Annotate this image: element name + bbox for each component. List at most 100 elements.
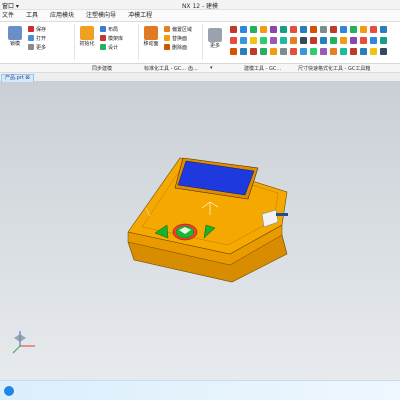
ribbon-more-label: 更多 [209,43,220,49]
tool-icon[interactable] [300,26,307,33]
tool-icon[interactable] [300,48,307,55]
tool-icon[interactable] [280,26,287,33]
tool-icon[interactable] [250,37,257,44]
tool-icon[interactable] [310,37,317,44]
tool-icon[interactable] [380,37,387,44]
tool-icon[interactable] [310,48,317,55]
tool-icon[interactable] [330,37,337,44]
gear-tools-group[interactable]: 齿... [188,65,198,72]
design-button[interactable]: 设计 [100,43,118,51]
tool-icon-row-3 [230,48,387,55]
design-icon [100,44,106,50]
lock-mold-icon [8,26,22,40]
mold-base-button[interactable]: 模架库 [100,34,123,42]
tool-icon[interactable] [300,37,307,44]
offset-region-button[interactable]: 偏置区域 [164,25,192,33]
triad-origin-cube [14,334,26,342]
ribbon-more-button[interactable]: 更多 [204,26,226,49]
tool-icon[interactable] [290,48,297,55]
model-canvas [12,157,288,354]
save-small-button[interactable]: 保存 [28,25,46,33]
graphics-viewport[interactable] [0,82,400,380]
tool-icon[interactable] [280,48,287,55]
delete-face-button[interactable]: 删除面 [164,43,187,51]
tool-icon[interactable] [260,48,267,55]
initialize-button[interactable]: 初始化 [76,24,98,47]
tool-icon[interactable] [240,26,247,33]
ribbon-separator [74,24,75,60]
move-face-label: 移动面 [143,41,159,47]
menu-file[interactable]: 文件 [0,10,20,22]
tool-icon[interactable] [260,37,267,44]
tool-icon-row-2 [230,37,387,44]
tool-icon[interactable] [320,48,327,55]
lock-mold-label: 锁模 [9,41,20,47]
tool-icon[interactable] [350,48,357,55]
tool-icon[interactable] [330,26,337,33]
menu-bar: 文件 工具 应用模块 注塑模向导 冲模工程 [0,10,400,22]
more-small-label: 更多 [36,44,47,51]
tool-icon[interactable] [250,48,257,55]
start-app-icon[interactable] [2,384,16,398]
menu-die-engineering[interactable]: 冲模工程 [122,10,158,22]
tool-icon[interactable] [230,26,237,33]
lock-mold-button[interactable]: 锁模 [4,24,26,47]
tool-icon[interactable] [360,26,367,33]
standardize-tools-group[interactable]: 标准化工具 - GC... [144,65,186,72]
tool-icon[interactable] [290,26,297,33]
tool-icon[interactable] [370,37,377,44]
tool-icon[interactable] [380,26,387,33]
group-dropdown[interactable]: ▾ [210,65,213,71]
menu-tools[interactable]: 工具 [20,10,44,22]
menu-mold-wizard[interactable]: 注塑模向导 [80,10,122,22]
design-label: 设计 [108,44,119,51]
tool-icon[interactable] [290,37,297,44]
tool-icon[interactable] [380,48,387,55]
menu-applications[interactable]: 应用模块 [44,10,80,22]
mold-base-label: 模架库 [108,35,124,42]
layout-label: 布局 [108,26,119,33]
tool-icon[interactable] [250,26,257,33]
tool-icon[interactable] [360,48,367,55]
sync-modeling-group[interactable]: 同步建模 [92,65,112,72]
initialize-label: 初始化 [79,41,95,47]
move-face-button[interactable]: 移动面 [140,24,162,47]
tool-icon[interactable] [340,37,347,44]
tool-icon[interactable] [280,37,287,44]
save-icon [28,26,34,32]
tool-icon[interactable] [370,48,377,55]
offset-region-label: 偏置区域 [172,26,193,33]
tool-icon[interactable] [260,26,267,33]
tool-icon[interactable] [270,37,277,44]
tool-icon[interactable] [270,48,277,55]
tool-icon[interactable] [270,26,277,33]
command-group-bar: 同步建模 标准化工具 - GC... 齿... ▾ 建模工具 - GC... 尺… [0,64,400,73]
document-tab[interactable]: 产品.prt ⊠ [1,74,34,82]
tool-icon[interactable] [340,26,347,33]
layout-button[interactable]: 布局 [100,25,118,33]
tool-icon[interactable] [320,26,327,33]
tool-icon[interactable] [350,26,357,33]
ribbon-group-1: 锁模 保存 打开 更多 [2,22,72,64]
tool-icon[interactable] [230,37,237,44]
open-small-button[interactable]: 打开 [28,34,46,42]
ribbon-separator [202,24,203,60]
tool-icon-row-1 [230,26,387,33]
tool-icon[interactable] [310,26,317,33]
tool-icon[interactable] [370,26,377,33]
tool-icon[interactable] [240,37,247,44]
initialize-icon [80,26,94,40]
tool-icon[interactable] [240,48,247,55]
replace-face-button[interactable]: 替换面 [164,34,187,42]
dimension-format-group[interactable]: 尺寸快速格式化工具 - GC工具箱 [298,65,370,72]
more-small-button[interactable]: 更多 [28,43,46,51]
more-icon [208,28,222,42]
tool-icon[interactable] [230,48,237,55]
tool-icon[interactable] [350,37,357,44]
tool-icon[interactable] [340,48,347,55]
modeling-tools-group[interactable]: 建模工具 - GC... [244,65,281,72]
tool-icon[interactable] [330,48,337,55]
tool-icon[interactable] [360,37,367,44]
replace-face-icon [164,35,170,41]
tool-icon[interactable] [320,37,327,44]
